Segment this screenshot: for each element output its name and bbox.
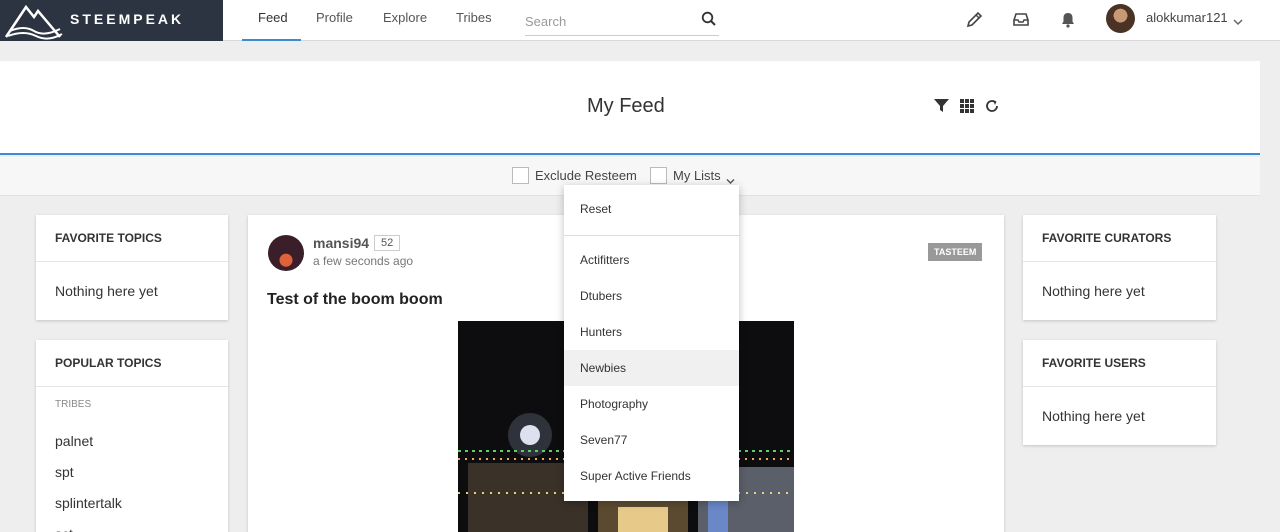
dropdown-item-seven77[interactable]: Seven77 [564,422,739,458]
post-title[interactable]: Test of the boom boom [267,291,443,309]
dropdown-item-hunters[interactable]: Hunters [564,314,739,350]
favorite-topics-empty: Nothing here yet [55,283,158,299]
pencil-icon[interactable] [965,9,985,29]
search-icon[interactable] [701,11,717,32]
post-author[interactable]: mansi94 [313,235,369,251]
divider [36,386,228,387]
my-lists-checkbox[interactable] [650,167,667,184]
tribe-link[interactable]: sct [55,526,73,532]
favorite-users-card: Favorite Users Nothing here yet [1023,340,1216,445]
inbox-icon[interactable] [1011,9,1031,29]
nav-profile[interactable]: Profile [316,10,353,25]
filter-icon[interactable] [934,99,949,118]
feed-header: My Feed [0,61,1260,155]
dropdown-divider [564,235,739,236]
steempeak-logo[interactable]: STEEMPEAK [0,0,223,41]
grid-icon[interactable] [960,99,974,118]
dropdown-item-super-active-friends[interactable]: Super Active Friends [564,458,739,494]
favorite-users-title: Favorite Users [1042,356,1146,370]
favorite-topics-title: Favorite Topics [55,231,162,245]
favorite-curators-empty: Nothing here yet [1042,283,1145,299]
nav-tribes[interactable]: Tribes [456,10,492,25]
dropdown-item-newbies[interactable]: Newbies [564,350,739,386]
my-lists-label[interactable]: My Lists [673,168,721,183]
dropdown-item-photography[interactable]: Photography [564,386,739,422]
favorite-topics-card: Favorite Topics Nothing here yet [36,215,228,320]
author-avatar[interactable] [268,235,304,271]
tribe-link[interactable]: spt [55,464,74,480]
page-title: My Feed [587,95,665,117]
favorite-curators-title: Favorite Curators [1042,231,1172,245]
favorite-curators-card: Favorite Curators Nothing here yet [1023,215,1216,320]
exclude-resteem-label[interactable]: Exclude Resteem [535,168,637,183]
search-input[interactable] [525,8,695,34]
post-tag-badge[interactable]: TASTEEM [928,243,983,261]
tribe-link[interactable]: splintertalk [55,495,122,511]
mountain-logo-icon [4,4,63,40]
top-navbar: STEEMPEAK Feed Profile Explore Tribes al… [0,0,1280,41]
exclude-resteem-checkbox[interactable] [512,167,529,184]
divider [1023,386,1216,387]
active-tab-indicator [242,39,301,41]
dropdown-item-dtubers[interactable]: Dtubers [564,278,739,314]
dropdown-item-actifitters[interactable]: Actifitters [564,242,739,278]
dropdown-reset[interactable]: Reset [564,191,739,227]
favorite-users-empty: Nothing here yet [1042,408,1145,424]
tribes-label: Tribes [55,399,92,410]
nav-feed[interactable]: Feed [258,10,288,25]
popular-topics-card: Popular Topics Tribes palnet spt splinte… [36,340,228,532]
chevron-down-icon[interactable] [1233,13,1243,31]
refresh-icon[interactable] [985,99,999,118]
bell-icon[interactable] [1058,9,1078,29]
post-time[interactable]: a few seconds ago [313,254,413,268]
brand-name: STEEMPEAK [70,11,185,27]
username[interactable]: alokkumar121 [1146,10,1228,25]
nav-explore[interactable]: Explore [383,10,427,25]
user-avatar[interactable] [1106,4,1135,33]
my-lists-dropdown: Reset Actifitters Dtubers Hunters Newbie… [564,185,739,501]
tribe-link[interactable]: palnet [55,433,93,449]
popular-topics-title: Popular Topics [55,356,162,370]
divider [36,261,228,262]
divider [1023,261,1216,262]
search-box [525,8,719,36]
reputation-badge: 52 [374,235,401,251]
